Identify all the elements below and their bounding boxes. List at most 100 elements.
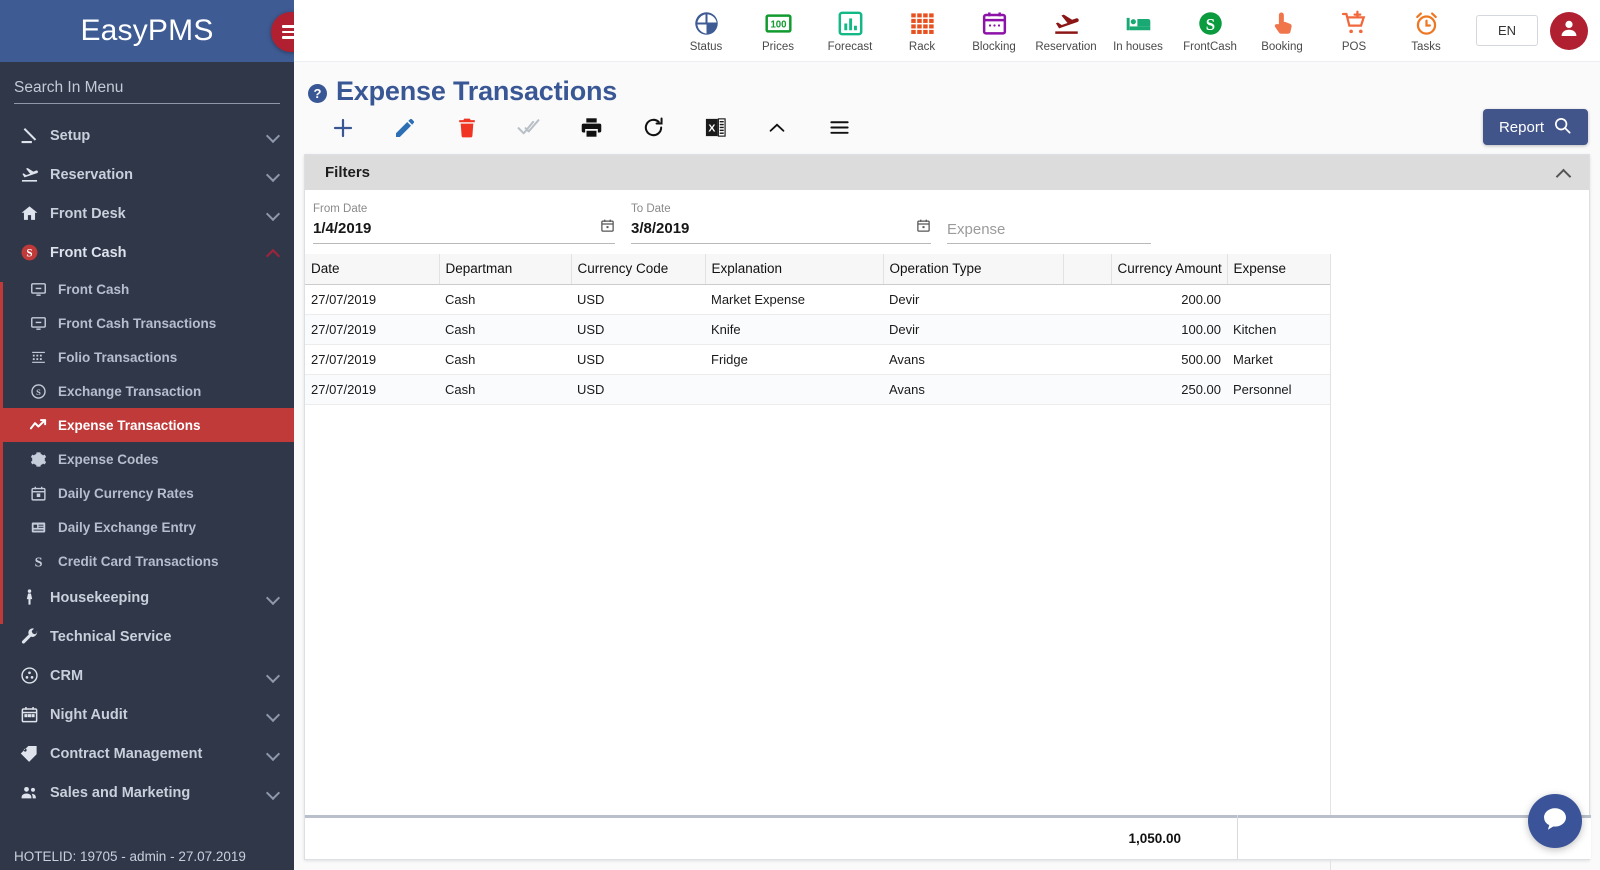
report-button-label: Report — [1498, 118, 1544, 136]
dollar-circle-icon: S — [1197, 9, 1224, 39]
calendar-icon[interactable] — [600, 218, 615, 238]
user-avatar-button[interactable] — [1550, 11, 1588, 50]
nav-item-rack[interactable]: Rack — [886, 1, 958, 61]
column-header-operation-type[interactable]: Operation Type — [882, 254, 1063, 285]
nav-item-label: POS — [1341, 40, 1367, 53]
column-header-expense[interactable]: Expense — [1226, 254, 1331, 285]
table-row[interactable]: 27/07/2019 Cash USD Market Expense Devir… — [305, 284, 1331, 315]
collapse-button[interactable] — [746, 109, 808, 151]
sidebar-item-crm[interactable]: CRM — [0, 656, 294, 695]
nav-item-prices[interactable]: 100 Prices — [742, 1, 814, 61]
cell-currency-amount: 100.00 — [1111, 314, 1227, 345]
sidebar-item-sales-and-marketing[interactable]: Sales and Marketing — [0, 773, 294, 812]
sidebar-item-setup[interactable]: Setup — [0, 116, 294, 155]
nav-item-frontcash[interactable]: S FrontCash — [1174, 1, 1246, 61]
report-button[interactable]: Report — [1482, 109, 1588, 145]
from-date-field[interactable]: From Date 1/4/2019 — [313, 203, 615, 244]
sidebar-subitem-expense-codes[interactable]: Expense Codes — [0, 442, 294, 476]
nav-item-label: FrontCash — [1183, 40, 1237, 53]
sidebar-subitem-credit-card-transactions[interactable]: S Credit Card Transactions — [0, 544, 294, 578]
column-header-currency-code[interactable]: Currency Code — [570, 254, 705, 285]
nav-item-forecast[interactable]: Forecast — [814, 1, 886, 61]
approve-button[interactable] — [498, 109, 560, 151]
calendar-icon[interactable] — [916, 218, 931, 238]
nav-item-label: Booking — [1261, 40, 1303, 53]
front-cash-submenu: Front Cash Front Cash Transactions Folio… — [0, 272, 294, 578]
dollar-circle-icon: S — [16, 243, 42, 262]
footer-divider — [1237, 815, 1238, 859]
from-date-label: From Date — [313, 203, 368, 215]
sidebar-subitem-label: Front Cash Transactions — [58, 315, 217, 331]
sidebar-item-technical-service[interactable]: Technical Service — [0, 617, 294, 656]
sidebar-subitem-front-cash-transactions[interactable]: Front Cash Transactions — [0, 306, 294, 340]
sidebar-subitem-expense-transactions[interactable]: Expense Transactions — [0, 408, 294, 442]
chevron-down-icon — [267, 591, 280, 604]
nav-item-pos[interactable]: POS — [1318, 1, 1390, 61]
column-header-departman[interactable]: Departman — [438, 254, 571, 285]
nav-item-status[interactable]: Status — [670, 1, 742, 61]
question-mark-icon[interactable]: ? — [308, 84, 327, 103]
bar-chart-icon — [837, 9, 864, 39]
page-title: Expense Transactions — [336, 76, 618, 106]
language-selector[interactable]: EN — [1476, 15, 1538, 46]
column-header-explanation[interactable]: Explanation — [704, 254, 883, 285]
filters-header[interactable]: Filters — [305, 155, 1589, 190]
add-button[interactable] — [312, 109, 374, 151]
sidebar-item-front-cash[interactable]: S Front Cash — [0, 233, 294, 272]
sidebar-item-front-desk[interactable]: Front Desk — [0, 194, 294, 233]
sidebar-item-label: Technical Service — [50, 628, 172, 645]
content-card: Filters From Date 1/4/2019 To Date 3/8/2… — [304, 154, 1591, 870]
sidebar-subitem-exchange-transaction[interactable]: S Exchange Transaction — [0, 374, 294, 408]
chat-widget-button[interactable] — [1528, 794, 1582, 848]
sidebar-subitem-folio-transactions[interactable]: Folio Transactions — [0, 340, 294, 374]
sidebar-item-housekeeping[interactable]: Housekeeping — [0, 578, 294, 617]
cell-date: 27/07/2019 — [305, 344, 439, 375]
nav-item-tasks[interactable]: Tasks — [1390, 1, 1462, 61]
sidebar-item-label: Night Audit — [50, 706, 128, 723]
cell-currency-code: USD — [571, 344, 705, 375]
sidebar-subitem-daily-exchange-entry[interactable]: Daily Exchange Entry — [0, 510, 294, 544]
sidebar-subitem-daily-currency-rates[interactable]: Daily Currency Rates — [0, 476, 294, 510]
nav-item-label: Reservation — [1035, 40, 1097, 53]
cell-spacer — [1063, 284, 1111, 315]
excel-export-button[interactable]: X — [684, 109, 746, 151]
expense-filter-field[interactable]: Expense — [947, 206, 1151, 244]
cell-spacer — [1063, 344, 1111, 375]
table-header: Date Departman Currency Code Explanation… — [305, 254, 1331, 285]
sidebar-item-label: Sales and Marketing — [50, 784, 191, 801]
sidebar-subitem-label: Folio Transactions — [58, 349, 178, 365]
sidebar-subitem-front-cash[interactable]: Front Cash — [0, 272, 294, 306]
column-header-currency-amount[interactable]: Currency Amount — [1110, 254, 1227, 285]
cell-expense — [1227, 284, 1331, 315]
column-header-spacer[interactable] — [1062, 254, 1111, 285]
delete-button[interactable] — [436, 109, 498, 151]
filters-title: Filters — [325, 164, 371, 181]
nav-item-reservation[interactable]: Reservation — [1030, 1, 1102, 61]
more-menu-button[interactable] — [808, 109, 870, 151]
column-header-date[interactable]: Date — [305, 254, 439, 285]
to-date-field[interactable]: To Date 3/8/2019 — [631, 203, 931, 244]
cell-currency-amount: 200.00 — [1111, 284, 1227, 315]
sidebar-item-reservation[interactable]: Reservation — [0, 155, 294, 194]
nav-item-booking[interactable]: Booking — [1246, 1, 1318, 61]
nav-item-blocking[interactable]: Blocking — [958, 1, 1030, 61]
print-button[interactable] — [560, 109, 622, 151]
cell-currency-code: USD — [571, 284, 705, 315]
sidebar-item-label: CRM — [50, 667, 84, 684]
sidebar-item-night-audit[interactable]: Night Audit — [0, 695, 294, 734]
main-content: ? Expense Transactions X Report Filters … — [294, 62, 1600, 870]
table-row[interactable]: 27/07/2019 Cash USD Avans 250.00 Personn… — [305, 374, 1331, 405]
refresh-button[interactable] — [622, 109, 684, 151]
sidebar-subitem-label: Credit Card Transactions — [58, 553, 219, 569]
cell-explanation: Fridge — [705, 344, 883, 375]
chevron-up-icon[interactable] — [1557, 166, 1571, 180]
edit-button[interactable] — [374, 109, 436, 151]
nav-item-in-houses[interactable]: In houses — [1102, 1, 1174, 61]
sidebar-item-contract-management[interactable]: Contract Management — [0, 734, 294, 773]
trend-chart-icon — [26, 416, 50, 434]
table-row[interactable]: 27/07/2019 Cash USD Fridge Avans 500.00 … — [305, 344, 1331, 375]
hamburger-icon — [828, 116, 851, 144]
menu-search-input[interactable]: Search In Menu — [14, 79, 280, 104]
tag-icon — [16, 744, 42, 763]
table-row[interactable]: 27/07/2019 Cash USD Knife Devir 100.00 K… — [305, 314, 1331, 345]
